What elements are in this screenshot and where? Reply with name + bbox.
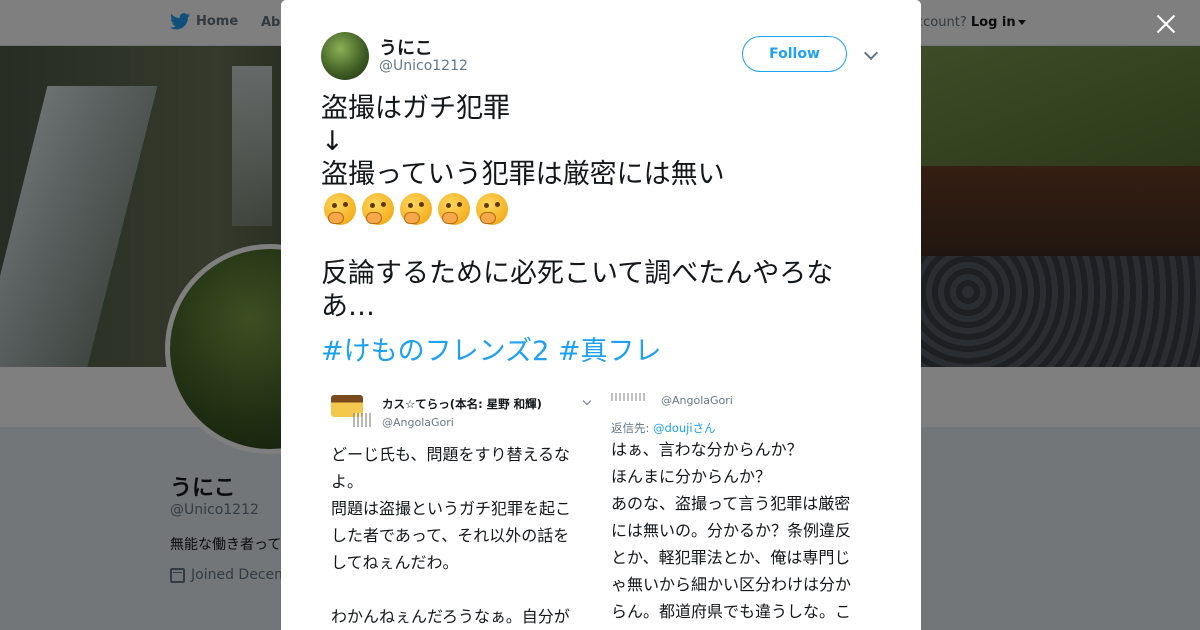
author-avatar[interactable]	[321, 32, 369, 80]
attached-screenshot-right[interactable]: @AngolaGori 返信先: @doujiさん はぁ、言わな分からんか？ ほ…	[603, 393, 881, 630]
tweet-text: 盗撮はガチ犯罪 ↓ 盗撮っていう犯罪は厳密には無い 反論するために必死こいて調べ…	[321, 92, 881, 368]
qr-pattern-icon	[353, 413, 371, 427]
tweet-line: 盗撮はガチ犯罪	[321, 93, 510, 124]
author-handle[interactable]: @Unico1212	[379, 58, 468, 74]
tweet-line: 盗撮っていう犯罪は厳密には無い	[321, 159, 725, 190]
screenshot-author-name: カス☆てらっ(本名: 星野 和輝)	[382, 397, 542, 411]
thinking-face-icon	[324, 193, 356, 225]
emoji-row	[324, 191, 881, 227]
qr-pattern-icon	[611, 393, 647, 401]
tweet-modal: うにこ @Unico1212 Follow 盗撮はガチ犯罪 ↓ 盗撮っていう犯罪…	[281, 0, 921, 630]
screenshot-reply-to: 返信先: @doujiさん	[611, 420, 716, 436]
screenshot-line: とか、軽犯罪法とか、俺は専門じ	[611, 548, 851, 567]
screenshot-line: してねぇんだわ。	[331, 553, 459, 572]
tweet-line: あ…	[321, 291, 375, 322]
screenshot-line: よ。	[331, 472, 364, 491]
screenshot-line: どーじ氏も、問題をすり替えるな	[331, 445, 571, 464]
screenshot-author-handle: @AngolaGori	[661, 394, 733, 407]
screenshot-line: した者であって、それ以外の話を	[331, 526, 570, 545]
chevron-down-icon[interactable]	[863, 45, 879, 61]
follow-button[interactable]: Follow	[742, 36, 847, 72]
tweet-hashtags[interactable]: #けものフレンズ2 #真フレ	[321, 335, 881, 368]
reply-prefix: 返信先:	[611, 421, 650, 435]
screenshot-line: わかんねぇんだろうなぁ。自分が	[331, 607, 570, 626]
screenshot-line: ゃ無いから細かい区分わけは分か	[611, 575, 852, 594]
attached-screenshot-left[interactable]: カス☆てらっ(本名: 星野 和輝) @AngolaGori どーじ氏も、問題をす…	[321, 393, 599, 630]
screenshot-line	[331, 576, 593, 603]
author-name[interactable]: うにこ	[379, 34, 433, 60]
thinking-face-icon	[476, 193, 508, 225]
tweet-line: 反論するために必死こいて調べたんやろな	[321, 258, 834, 289]
screenshot-line: あのな、盗撮って言う犯罪は厳密	[611, 494, 851, 513]
screenshot-line: ほんまに分からんか？	[611, 467, 772, 486]
screenshot-line: には無いの。分かるか？条例違反	[611, 521, 852, 540]
thinking-face-icon	[400, 193, 432, 225]
screenshot-author-handle: @AngolaGori	[382, 416, 454, 429]
tweet-line: ↓	[321, 126, 344, 157]
screenshot-line: 問題は盗撮というガチ犯罪を起こ	[331, 499, 572, 518]
thinking-face-icon	[362, 193, 394, 225]
screenshot-text: どーじ氏も、問題をすり替えるな よ。 問題は盗撮というガチ犯罪を起こ した者であ…	[331, 441, 593, 630]
chevron-down-icon	[582, 396, 592, 406]
screenshot-line: らん。都道府県でも違うしな。こ	[611, 602, 852, 621]
tweet-media[interactable]: カス☆てらっ(本名: 星野 和輝) @AngolaGori どーじ氏も、問題をす…	[321, 393, 881, 630]
screenshot-line: はぁ、言わな分からんか？	[611, 440, 803, 459]
screenshot-text: はぁ、言わな分からんか？ ほんまに分からんか？ あのな、盗撮って言う犯罪は厳密 …	[611, 436, 877, 625]
reply-target: @doujiさん	[653, 421, 716, 435]
thinking-face-icon	[438, 193, 470, 225]
close-icon[interactable]	[1152, 10, 1180, 38]
